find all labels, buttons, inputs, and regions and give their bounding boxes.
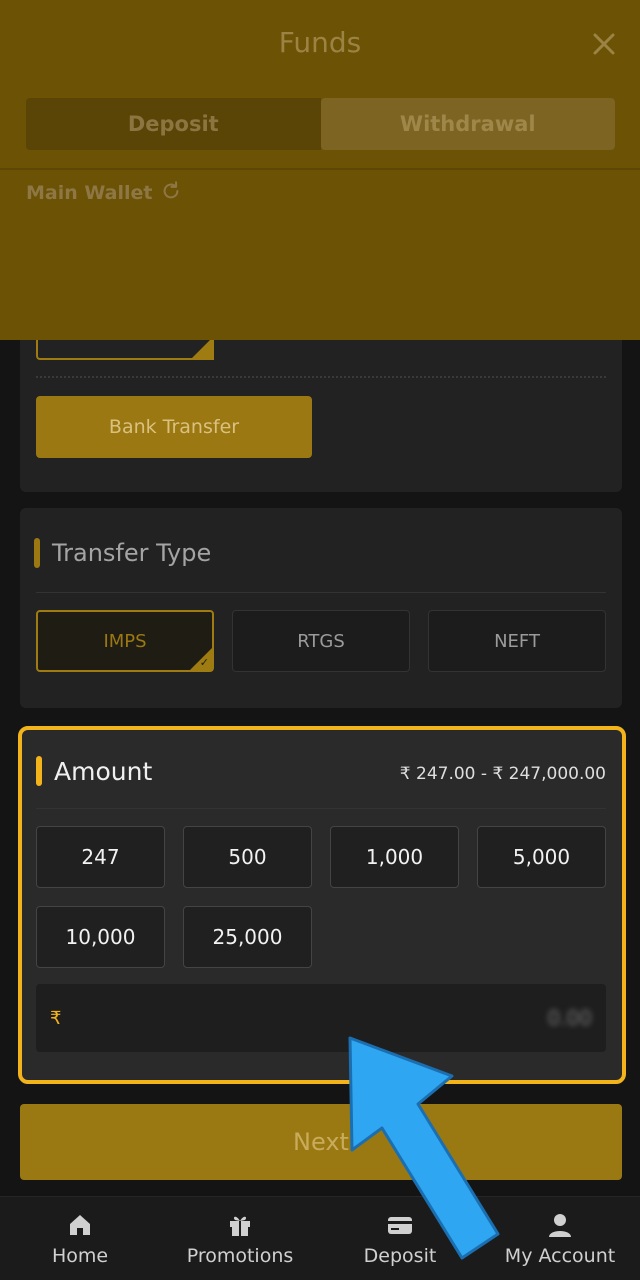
amount-presets: 247 500 1,000 5,000 10,000 25,000 [36,826,606,968]
transfer-type-header: Transfer Type [34,538,211,568]
amount-preset-button[interactable]: 5,000 [477,826,606,888]
transfer-option-neft[interactable]: NEFT [428,610,606,672]
nav-item-home[interactable]: Home [0,1211,160,1267]
amount-card: Amount ₹ 247.00 - ₹ 247,000.00 247 500 1… [18,726,626,1084]
transfer-type-card: Transfer Type IMPS ✓ RTGS NEFT [20,508,622,708]
tab-withdrawal[interactable]: Withdrawal [320,98,615,150]
next-button[interactable]: Next [20,1104,622,1180]
transfer-option-rtgs[interactable]: RTGS [232,610,410,672]
card-icon [388,1216,412,1234]
nav-label: Deposit [363,1244,437,1267]
transfer-option-imps[interactable]: IMPS ✓ [36,610,214,672]
transfer-option-label: RTGS [297,630,345,652]
tab-deposit[interactable]: Deposit [26,98,321,150]
amount-preset-button[interactable]: 10,000 [36,906,165,968]
main-wallet-label: Main Wallet [26,182,153,204]
divider [36,808,606,809]
transfer-option-label: IMPS [103,630,147,652]
user-icon [549,1213,571,1237]
accent-bar [34,538,40,568]
nav-label: Home [51,1244,109,1267]
main-wallet-row: Main Wallet [26,180,182,206]
amount-header: Amount [36,756,152,786]
transfer-option-label: NEFT [494,630,540,652]
funds-screen: Bank Transfer Transfer Type IMPS ✓ RTGS … [0,0,640,1280]
transfer-type-options: IMPS ✓ RTGS NEFT [36,610,606,672]
nav-label: Promotions [186,1244,294,1267]
amount-preset-button[interactable]: 1,000 [330,826,459,888]
bottom-nav: Home Promotions Deposit My Account [0,1196,640,1280]
page-title: Funds [278,26,362,59]
amount-preset-button[interactable]: 500 [183,826,312,888]
check-icon: ✓ [199,656,209,669]
amount-preset-button[interactable]: 247 [36,826,165,888]
divider [36,592,606,593]
transfer-type-title: Transfer Type [52,539,212,567]
amount-preset-button[interactable]: 25,000 [183,906,312,968]
refresh-icon[interactable] [160,180,182,206]
funds-header: Funds Deposit Withdrawal Main Wallet [0,0,640,340]
amount-input[interactable]: ₹ 0.00 [36,984,606,1052]
nav-item-my-account[interactable]: My Account [480,1211,640,1267]
accent-bar [36,756,42,786]
gift-icon [230,1216,250,1236]
divider [36,376,606,378]
nav-item-deposit[interactable]: Deposit [320,1211,480,1267]
amount-input-value: 0.00 [547,1006,592,1030]
bank-transfer-button[interactable]: Bank Transfer [36,396,312,458]
rupee-icon: ₹ [50,1007,62,1029]
close-icon[interactable] [588,28,620,60]
funds-tabs: Deposit Withdrawal [26,98,615,150]
divider [0,168,640,170]
nav-label: My Account [504,1244,616,1267]
amount-title: Amount [54,756,153,786]
amount-range: ₹ 247.00 - ₹ 247,000.00 [399,764,606,784]
home-icon [70,1214,90,1235]
nav-item-promotions[interactable]: Promotions [160,1211,320,1267]
